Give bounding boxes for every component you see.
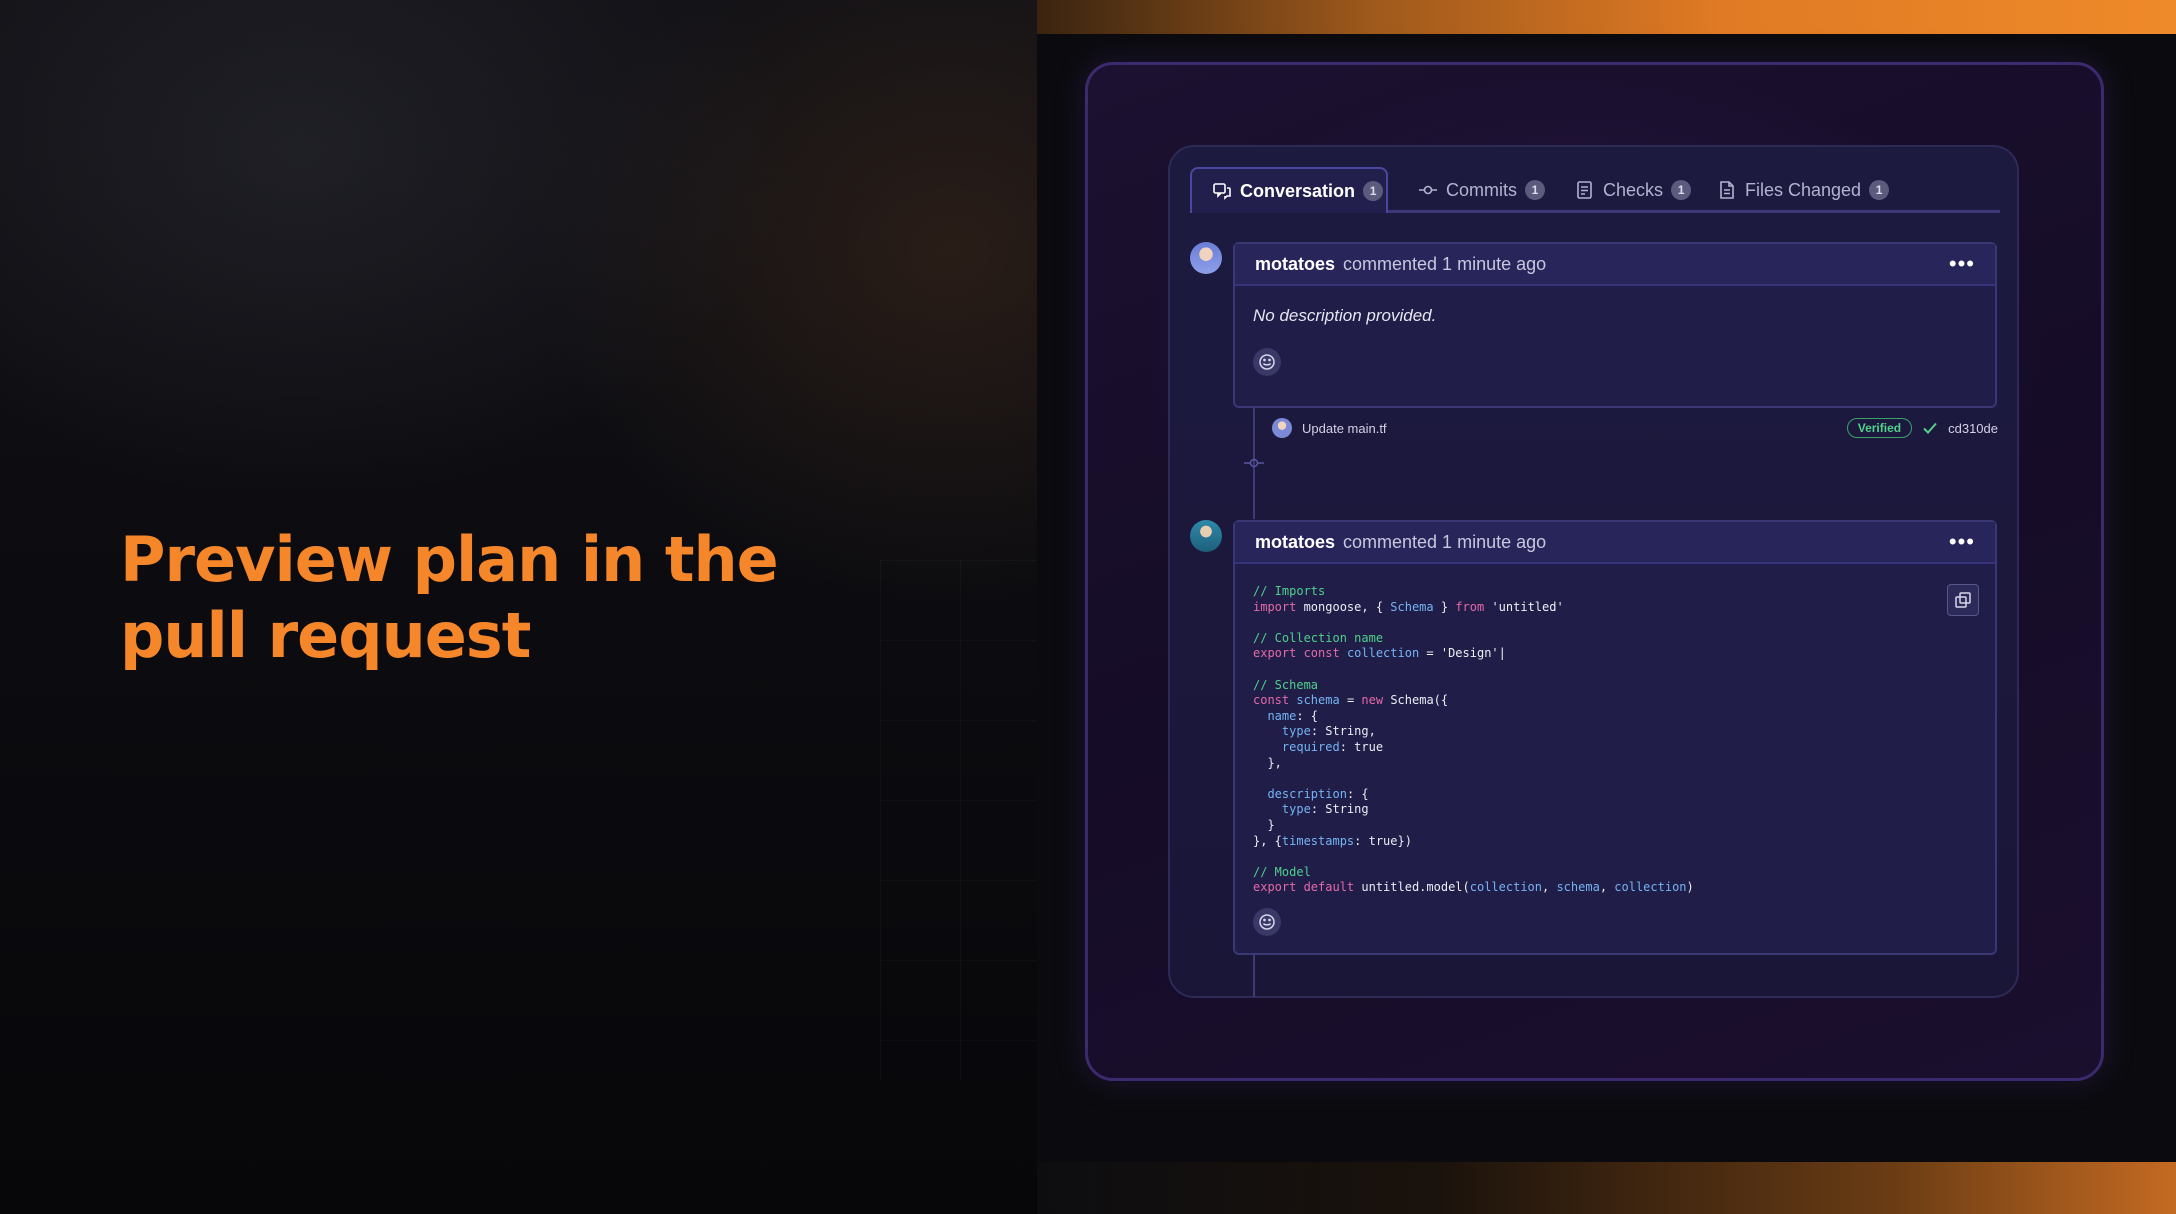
- smiley-icon: [1259, 914, 1275, 930]
- tab-conversation[interactable]: Conversation 1: [1190, 167, 1388, 213]
- hero-title-line-2: pull request: [120, 599, 531, 672]
- comment-meta: commented 1 minute ago: [1343, 531, 1547, 552]
- comment-meta: commented 1 minute ago: [1343, 253, 1547, 274]
- comment-header: motatoes commented 1 minute ago •••: [1235, 244, 1995, 286]
- tab-conversation-count: 1: [1363, 181, 1384, 201]
- comment-body: // Imports import mongoose, { Schema } f…: [1235, 564, 1995, 956]
- commit-message[interactable]: Update main.tf: [1302, 421, 1387, 436]
- commit-node-icon: [1244, 458, 1264, 468]
- tab-checks-label: Checks: [1603, 179, 1664, 200]
- verified-badge[interactable]: Verified: [1846, 418, 1913, 438]
- tab-files-changed[interactable]: Files Changed 1: [1717, 167, 1890, 213]
- file-icon: [1720, 181, 1734, 199]
- tab-files-changed-count: 1: [1869, 180, 1890, 200]
- more-options-icon[interactable]: •••: [1949, 531, 1975, 553]
- avatar[interactable]: [1190, 242, 1222, 274]
- commit-row: Update main.tf Verified cd310de: [1272, 416, 1998, 440]
- hero-title-line-1: Preview plan in the: [120, 523, 779, 596]
- tab-checks[interactable]: Checks 1: [1575, 167, 1692, 213]
- copy-icon: [1955, 592, 1971, 608]
- comment-card: motatoes commented 1 minute ago ••• No d…: [1233, 242, 1997, 408]
- copy-button[interactable]: [1947, 584, 1979, 616]
- tab-conversation-label: Conversation: [1240, 180, 1356, 201]
- bottom-accent-bar: [1037, 1162, 2176, 1214]
- background-grid: [880, 560, 1040, 1080]
- hero-title: Preview plan in the pull request: [120, 522, 820, 674]
- tab-files-changed-label: Files Changed: [1745, 179, 1862, 200]
- comment-body: No description provided.: [1235, 286, 1995, 396]
- tab-commits-count: 1: [1525, 180, 1545, 200]
- add-reaction-button[interactable]: [1253, 348, 1281, 376]
- avatar[interactable]: [1190, 520, 1222, 552]
- comment-author[interactable]: motatoes: [1255, 254, 1335, 275]
- commit-icon: [1419, 185, 1437, 195]
- tab-commits[interactable]: Commits 1: [1418, 167, 1545, 213]
- timeline-line: [1253, 955, 1255, 997]
- comment-header: motatoes commented 1 minute ago •••: [1235, 522, 1995, 564]
- code-block: // Imports import mongoose, { Schema } f…: [1253, 584, 1694, 895]
- tab-commits-label: Commits: [1446, 179, 1517, 200]
- comment-icon: [1213, 183, 1231, 200]
- commit-sha[interactable]: cd310de: [1948, 421, 1998, 436]
- avatar: [1272, 418, 1292, 438]
- check-icon: [1923, 422, 1937, 434]
- checklist-icon: [1577, 181, 1592, 199]
- smiley-icon: [1259, 354, 1275, 370]
- comment-card: motatoes commented 1 minute ago ••• // I…: [1233, 520, 1997, 955]
- more-options-icon[interactable]: •••: [1949, 253, 1975, 275]
- comment-text: No description provided.: [1253, 306, 1437, 325]
- top-accent-bar: [1037, 0, 2176, 34]
- pr-tabs: Conversation 1 Commits 1 Checks 1 Files …: [1190, 167, 2000, 213]
- add-reaction-button[interactable]: [1253, 907, 1281, 936]
- tab-checks-count: 1: [1671, 180, 1692, 200]
- comment-author[interactable]: motatoes: [1255, 532, 1335, 553]
